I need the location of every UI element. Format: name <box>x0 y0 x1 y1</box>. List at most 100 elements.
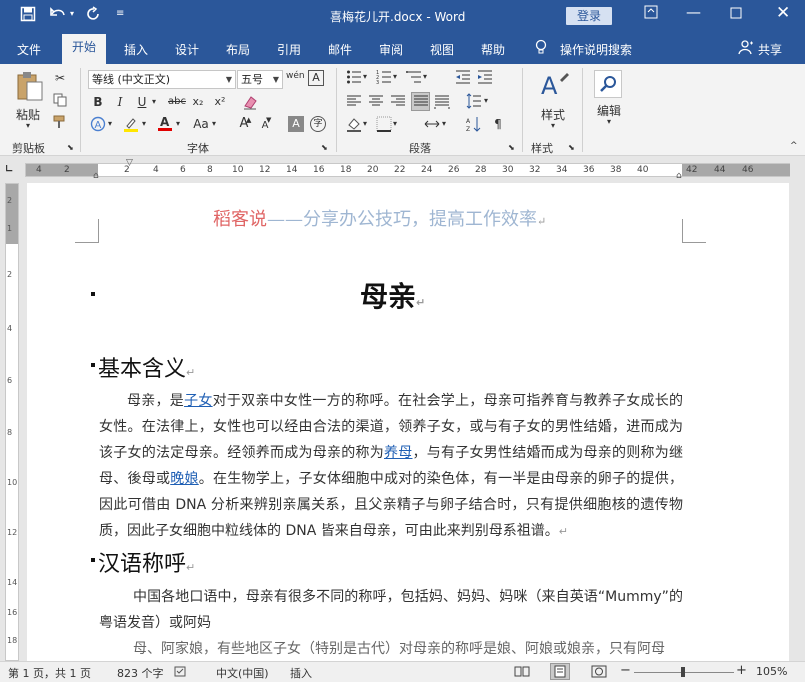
proofing-icon[interactable] <box>174 666 188 681</box>
undo-dropdown-icon[interactable]: ▾ <box>70 9 74 18</box>
borders-icon[interactable] <box>376 116 392 132</box>
copy-icon[interactable] <box>52 93 68 109</box>
left-indent-marker-icon[interactable]: ⌂ <box>93 171 99 181</box>
vertical-ruler-bar[interactable]: 2 1 2 4 6 8 10 12 14 16 18 <box>5 183 19 661</box>
paragraph-continued[interactable]: 母、阿家娘，有些地区子女（特别是古代）对母亲的称呼是娘、阿娘或娘亲，只有阿母 <box>99 636 683 661</box>
share-icon[interactable] <box>738 39 754 58</box>
customize-icon[interactable]: ≡ <box>116 8 124 19</box>
shading-icon[interactable] <box>346 116 362 132</box>
font-name-dropdown-icon[interactable]: ▼ <box>226 71 232 88</box>
zoom-slider-thumb[interactable] <box>681 667 685 677</box>
cut-icon[interactable]: ✂ <box>52 70 68 86</box>
clipboard-launcher-icon[interactable]: ⬊ <box>67 143 74 152</box>
zoom-in-button[interactable]: + <box>736 663 747 678</box>
paste-dropdown-icon[interactable]: ▾ <box>26 121 30 130</box>
sort-icon[interactable]: AZ <box>466 116 482 133</box>
share-button[interactable]: 共享 <box>758 41 782 58</box>
read-mode-icon[interactable] <box>514 665 530 681</box>
align-center-icon[interactable] <box>368 93 384 109</box>
right-indent-marker-icon[interactable]: ⌂ <box>676 171 682 181</box>
tab-view[interactable]: 视图 <box>430 41 454 58</box>
tab-references[interactable]: 引用 <box>277 41 301 58</box>
line-spacing-dropdown-icon[interactable]: ▾ <box>484 96 488 105</box>
font-color-dropdown-icon[interactable]: ▾ <box>176 119 180 128</box>
find-search-icon[interactable] <box>594 70 622 98</box>
bold-button[interactable]: B <box>90 94 106 110</box>
word-count[interactable]: 823 个字 <box>117 665 164 681</box>
page-header[interactable]: 稻客说——分享办公技巧，提高工作效率↵ <box>213 205 546 231</box>
line-spacing-icon[interactable] <box>466 93 482 109</box>
justify-icon[interactable] <box>411 92 430 111</box>
strikethrough-button[interactable]: abc <box>166 94 188 110</box>
heading-basic-meaning[interactable]: 基本含义↵ <box>98 351 195 383</box>
web-layout-icon[interactable] <box>591 665 607 681</box>
language-status[interactable]: 中文(中国) <box>216 665 269 681</box>
tab-design[interactable]: 设计 <box>175 41 199 58</box>
numbering-dropdown-icon[interactable]: ▾ <box>393 72 397 81</box>
styles-launcher-icon[interactable]: ⬊ <box>568 143 575 152</box>
multilevel-list-icon[interactable] <box>406 69 422 85</box>
text-effects-icon[interactable]: A <box>90 116 106 132</box>
styles-dropdown-icon[interactable]: ▾ <box>551 121 555 130</box>
paragraph-definition[interactable]: 母亲，是子女对于双亲中女性一方的称呼。在社会学上，母亲可指养育与教养子女成长的女… <box>99 388 683 545</box>
font-color-icon[interactable]: A <box>157 115 173 131</box>
align-right-icon[interactable] <box>390 93 406 109</box>
subscript-button[interactable]: x₂ <box>190 94 206 110</box>
insert-mode[interactable]: 插入 <box>290 665 312 681</box>
print-layout-icon[interactable] <box>550 663 570 680</box>
styles-gallery-icon[interactable]: A <box>538 70 570 102</box>
format-painter-icon[interactable] <box>52 115 68 131</box>
underline-dropdown-icon[interactable]: ▾ <box>152 97 156 106</box>
borders-dropdown-icon[interactable]: ▾ <box>393 119 397 128</box>
change-case-dropdown-icon[interactable]: ▾ <box>212 119 216 128</box>
font-launcher-icon[interactable]: ⬊ <box>321 143 328 152</box>
document-title[interactable]: 母亲↵ <box>360 275 425 315</box>
tab-mailings[interactable]: 邮件 <box>328 41 352 58</box>
ribbon-display-icon[interactable] <box>644 5 658 23</box>
page-count[interactable]: 第 1 页，共 1 页 <box>8 665 91 681</box>
tab-layout[interactable]: 布局 <box>226 41 250 58</box>
tab-selector-icon[interactable]: ∟ <box>5 164 13 175</box>
close-icon[interactable]: ✕ <box>776 3 790 23</box>
minimize-icon[interactable]: — <box>686 3 701 21</box>
clear-formatting-icon[interactable] <box>242 94 258 110</box>
zoom-out-button[interactable]: − <box>620 663 631 678</box>
tab-file[interactable]: 文件 <box>17 41 41 58</box>
superscript-button[interactable]: x² <box>212 94 228 110</box>
font-size-combo[interactable]: 五号 ▼ <box>237 70 283 89</box>
link-zinv[interactable]: 子女 <box>184 393 213 409</box>
char-border-icon[interactable]: A <box>308 70 324 86</box>
change-case-button[interactable]: Aa <box>190 116 212 132</box>
link-wanniang[interactable]: 晚娘 <box>170 471 199 487</box>
document-page[interactable]: 稻客说——分享办公技巧，提高工作效率↵ 母亲↵ 基本含义↵ 母亲，是子女对于双亲… <box>27 183 789 661</box>
enclose-characters-button[interactable]: 字 <box>310 116 326 132</box>
collapse-ribbon-icon[interactable]: ^ <box>790 141 798 151</box>
increase-indent-icon[interactable] <box>477 69 493 85</box>
login-button[interactable]: 登录 <box>566 7 612 25</box>
chinese-layout-icon[interactable] <box>424 116 440 132</box>
font-name-combo[interactable]: 等线 (中文正文) ▼ <box>88 70 236 89</box>
vertical-scrollbar[interactable] <box>789 183 805 661</box>
char-shading-button[interactable]: A <box>288 116 304 132</box>
tell-me-search[interactable]: 操作说明搜索 <box>560 41 632 58</box>
zoom-level[interactable]: 105% <box>756 665 787 678</box>
first-line-indent-marker-icon[interactable]: ▽ <box>126 158 133 168</box>
underline-button[interactable]: U <box>134 94 150 110</box>
decrease-indent-icon[interactable] <box>455 69 471 85</box>
tab-review[interactable]: 审阅 <box>379 41 403 58</box>
align-left-icon[interactable] <box>346 93 362 109</box>
text-effects-dropdown-icon[interactable]: ▾ <box>108 119 112 128</box>
bullets-dropdown-icon[interactable]: ▾ <box>363 72 367 81</box>
maximize-icon[interactable] <box>730 5 742 23</box>
heading-chinese-names[interactable]: 汉语称呼↵ <box>98 546 195 578</box>
show-marks-icon[interactable]: ¶ <box>490 116 506 132</box>
chinese-layout-dropdown-icon[interactable]: ▾ <box>442 119 446 128</box>
shading-dropdown-icon[interactable]: ▾ <box>363 119 367 128</box>
bullets-icon[interactable] <box>346 69 362 85</box>
tab-home[interactable]: 开始 <box>62 34 107 64</box>
multilevel-dropdown-icon[interactable]: ▾ <box>423 72 427 81</box>
tab-insert[interactable]: 插入 <box>124 41 148 58</box>
italic-button[interactable]: I <box>112 94 128 110</box>
phonetic-guide-icon[interactable]: wén <box>286 68 305 84</box>
save-icon[interactable] <box>20 6 36 26</box>
